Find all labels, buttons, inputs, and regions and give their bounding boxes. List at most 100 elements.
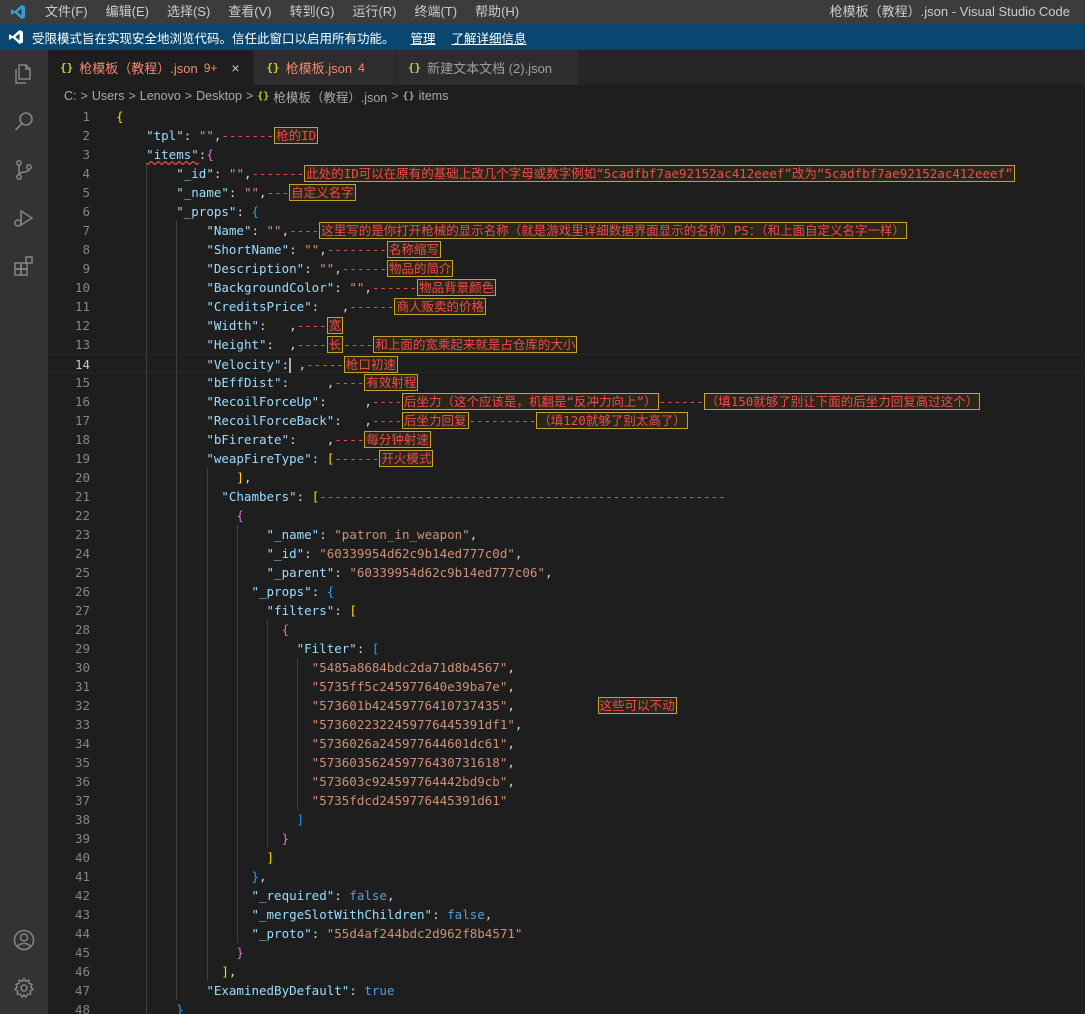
menu-item[interactable]: 帮助(H) — [466, 0, 528, 24]
run-debug-icon[interactable] — [0, 194, 48, 242]
line-number: 17 — [74, 413, 90, 428]
code-token: "" — [304, 242, 320, 257]
code-token: "" — [243, 185, 260, 200]
code-line[interactable]: 7 "Name": "",---- 这里写的是你打开枪械的显示名称（就是游戏里详细… — [48, 221, 1085, 240]
source-control-icon[interactable] — [0, 146, 48, 194]
manage-link[interactable]: 管理 — [411, 28, 436, 47]
code-line[interactable]: 6 "_props": { — [48, 202, 1085, 221]
search-icon[interactable] — [0, 98, 48, 146]
account-icon[interactable] — [0, 916, 48, 964]
code-text: "weapFireType": [------ 开火模式 — [116, 449, 434, 468]
shield-icon — [0, 29, 32, 45]
breadcrumb-item[interactable]: C: — [64, 89, 77, 103]
code-line[interactable]: 22 { — [48, 506, 1085, 525]
code-token: "Height" — [206, 337, 267, 352]
code-line[interactable]: 24 "_id": "60339954d62c9b14ed777c0d", — [48, 544, 1085, 563]
breadcrumb-item[interactable]: Users — [92, 89, 125, 103]
menu-item[interactable]: 终端(T) — [405, 0, 466, 24]
code-token: : , — [266, 337, 297, 352]
code-token: : — [296, 489, 312, 504]
code-line[interactable]: 39 } — [48, 829, 1085, 848]
code-line[interactable]: 5 "_name": "",--- 自定义名字 — [48, 183, 1085, 202]
code-line[interactable]: 30 "5485a8684bdc2da71d8b4567", — [48, 658, 1085, 677]
code-text: "_id": "60339954d62c9b14ed777c0d", — [116, 544, 523, 563]
code-line[interactable]: 44 "_proto": "55d4af244bdc2d962f8b4571" — [48, 924, 1085, 943]
line-number: 37 — [74, 793, 90, 808]
code-token: { — [116, 109, 124, 124]
code-line[interactable]: 43 "_mergeSlotWithChildren": false, — [48, 905, 1085, 924]
code-line[interactable]: 33 "5736022322459776445391df1", — [48, 715, 1085, 734]
code-line[interactable]: 18 "bFirerate": ,---- 每分钟射速 — [48, 430, 1085, 449]
code-line[interactable]: 40 ] — [48, 848, 1085, 867]
code-line[interactable]: 16 "RecoilForceUp": ,---- 后坐力（这个应该是，机翻是“反… — [48, 392, 1085, 411]
menu-item[interactable]: 选择(S) — [158, 0, 219, 24]
code-token: "_id" — [176, 166, 214, 181]
tab-gun-template[interactable]: {} 枪模板.json 4 — [254, 50, 396, 85]
code-line[interactable]: 12 "Width": ,---- 宽 — [48, 316, 1085, 335]
code-editor[interactable]: 1{2 "tpl": "",------- 枪的ID 3 "items":{4 "_… — [48, 107, 1085, 1014]
tab-gun-template-tutorial[interactable]: {} 枪模板（教程）.json 9+ × — [48, 50, 255, 85]
code-line[interactable]: 2 "tpl": "",------- 枪的ID — [48, 126, 1085, 145]
breadcrumb-item[interactable]: Desktop — [196, 89, 242, 103]
line-number: 48 — [74, 1002, 90, 1014]
menu-item[interactable]: 转到(G) — [281, 0, 344, 24]
code-line[interactable]: 3 "items":{ — [48, 145, 1085, 164]
code-line[interactable]: 29 "Filter": [ — [48, 639, 1085, 658]
code-line[interactable]: 35 "57360356245977643073161​8", — [48, 753, 1085, 772]
code-line[interactable]: 10 "BackgroundColor": "",------ 物品背景颜色 — [48, 278, 1085, 297]
code-line[interactable]: 19 "weapFireType": [------ 开火模式 — [48, 449, 1085, 468]
code-line[interactable]: 47 "ExaminedByDefault": true — [48, 981, 1085, 1000]
code-line[interactable]: 23 "_name": "patron_in_weapon", — [48, 525, 1085, 544]
tab-new-text-document[interactable]: {} 新建文本文档 (2).json — [395, 50, 580, 85]
menu-item[interactable]: 编辑(E) — [97, 0, 158, 24]
code-token: "_mergeSlotWithChildren" — [251, 907, 433, 922]
code-line[interactable]: 34 "5736026a245977644601dc61", — [48, 734, 1085, 753]
breadcrumb-item[interactable]: 枪模板（教程）.json — [273, 87, 387, 106]
code-line[interactable]: 28 { — [48, 620, 1085, 639]
code-line[interactable]: 36 "573603c924597764442bd9cb", — [48, 772, 1085, 791]
learn-more-link[interactable]: 了解详细信息 — [452, 28, 527, 47]
code-token: "_name" — [266, 527, 320, 542]
code-line[interactable]: 27 "filters": [ — [48, 601, 1085, 620]
code-line[interactable]: 15 "bEffDist": ,---- 有效射程 — [48, 373, 1085, 392]
explorer-icon[interactable] — [0, 50, 48, 98]
code-line[interactable]: 13 "Height": ,---- 长 ---- 和上面的宽乘起来就是占仓库的大小 — [48, 335, 1085, 354]
code-line[interactable]: 37 "5735fdcd2459776445391d61" — [48, 791, 1085, 810]
menu-item[interactable]: 查看(V) — [219, 0, 280, 24]
code-line[interactable]: 4 "_id": "",------- 此处的ID可以在原有的基础上改几个字母或数… — [48, 164, 1085, 183]
code-line[interactable]: 20 ], — [48, 468, 1085, 487]
vscode-logo-icon[interactable] — [0, 0, 36, 24]
code-token: "" — [266, 223, 282, 238]
code-line[interactable]: 42 "_required": false, — [48, 886, 1085, 905]
code-line[interactable]: 32 "573601b42459776410737435", 这些可以不动 — [48, 696, 1085, 715]
code-line[interactable]: 1{ — [48, 107, 1085, 126]
code-line[interactable]: 41 }, — [48, 867, 1085, 886]
breadcrumb-item[interactable]: items — [419, 89, 449, 103]
code-token: "ExaminedByDefault" — [206, 983, 350, 998]
code-line[interactable]: 45 } — [48, 943, 1085, 962]
code-line[interactable]: 14 "Velocity": ,----- 枪口初速 — [48, 354, 1085, 374]
code-line[interactable]: 21 "Chambers": [------------------------… — [48, 487, 1085, 506]
code-line[interactable]: 46 ], — [48, 962, 1085, 981]
code-line[interactable]: 31 "5735ff5c245977640e39ba7e", — [48, 677, 1085, 696]
menu-item[interactable]: 文件(F) — [36, 0, 97, 24]
code-line[interactable]: 17 "RecoilForceBack": ,---- 后坐力回复 --------… — [48, 411, 1085, 430]
extensions-icon[interactable] — [0, 242, 48, 290]
menu-item[interactable]: 运行(R) — [343, 0, 405, 24]
breadcrumb-item[interactable]: Lenovo — [140, 89, 181, 103]
close-icon[interactable]: × — [227, 60, 243, 76]
code-line[interactable]: 8 "ShortName": "",-------- 名称缩写 — [48, 240, 1085, 259]
code-line[interactable]: 26 "_props": { — [48, 582, 1085, 601]
code-line[interactable]: 48 } — [48, 1000, 1085, 1014]
code-line[interactable]: 11 "CreditsPrice": ,------ 商人贩卖的价格 — [48, 297, 1085, 316]
annotation-dashes: --------- — [468, 413, 537, 428]
code-line[interactable]: 38 ] — [48, 810, 1085, 829]
code-line[interactable]: 25 "_parent": "60339954d62c9b14ed777c06"… — [48, 563, 1085, 582]
code-text: "5736022322459776445391df1", — [116, 715, 523, 734]
code-line[interactable]: 9 "Description": "",------ 物品的简介 — [48, 259, 1085, 278]
settings-gear-icon[interactable] — [0, 964, 48, 1012]
